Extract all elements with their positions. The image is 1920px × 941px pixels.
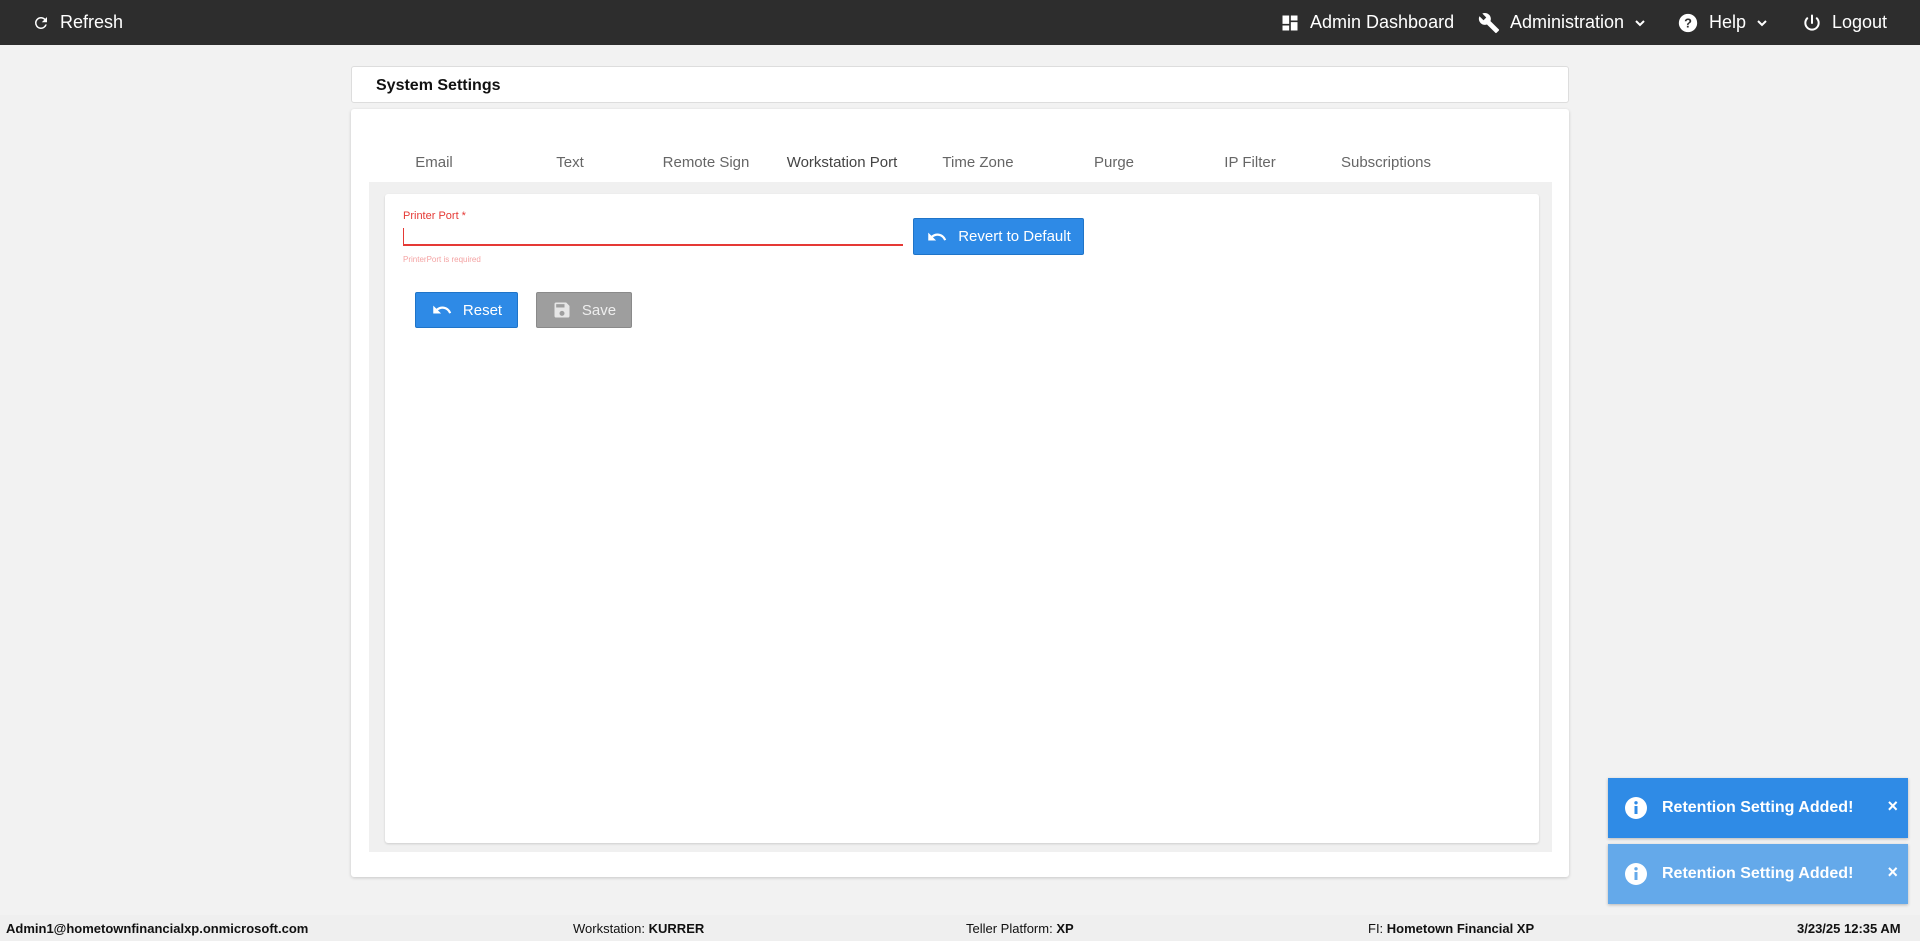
info-icon (1625, 863, 1647, 885)
status-user: Admin1@hometownfinancialxp.onmicrosoft.c… (6, 921, 309, 936)
status-bar: Admin1@hometownfinancialxp.onmicrosoft.c… (0, 915, 1920, 941)
status-fi: FI: Hometown Financial XP (1368, 921, 1534, 936)
info-icon (1625, 797, 1647, 819)
fi-value: Hometown Financial XP (1386, 921, 1535, 936)
help-label: Help (1709, 12, 1747, 32)
reset-button[interactable]: Reset (415, 292, 518, 328)
undo-icon (928, 232, 947, 240)
revert-label: Revert to Default (958, 228, 1071, 245)
floppy-disk-icon (554, 302, 570, 318)
save-label: Save (581, 301, 617, 319)
status-datetime: 3/23/25 12:35 AM (1797, 921, 1901, 936)
status-teller-platform: Teller Platform: XP (966, 921, 1074, 936)
chevron-down-icon (1635, 19, 1645, 26)
svg-text:?: ? (1684, 15, 1692, 30)
admin-dashboard-link[interactable]: Admin Dashboard (1280, 0, 1454, 45)
toast-notification: Retention Setting Added! × (1608, 844, 1908, 904)
teller-platform-label: Teller Platform: (966, 921, 1053, 936)
teller-platform-value: XP (1056, 921, 1074, 936)
text-caret (403, 228, 404, 244)
wrench-icon (1478, 12, 1500, 33)
top-nav-bar: Refresh Admin Dashboard Administration ?… (0, 0, 1920, 45)
printer-port-label: Printer Port * (403, 210, 466, 222)
help-menu[interactable]: ? Help (1677, 0, 1768, 45)
workstation-label: Workstation: (573, 921, 646, 936)
administration-label: Administration (1510, 12, 1625, 32)
help-icon: ? (1678, 13, 1698, 32)
refresh-button[interactable]: Refresh (32, 0, 123, 45)
toast-message: Retention Setting Added! (1662, 865, 1854, 882)
toast-notification: Retention Setting Added! × (1608, 778, 1908, 838)
workstation-value: KURRER (648, 921, 705, 936)
logout-label: Logout (1832, 12, 1888, 32)
printer-port-input[interactable] (403, 226, 903, 246)
refresh-icon (34, 16, 47, 29)
page-header-card: System Settings (351, 66, 1569, 103)
dashboard-icon (1282, 15, 1298, 30)
revert-to-default-button[interactable]: Revert to Default (913, 218, 1084, 255)
administration-menu[interactable]: Administration (1478, 0, 1646, 45)
power-icon (1804, 14, 1820, 31)
close-icon[interactable]: × (1887, 796, 1898, 816)
refresh-label: Refresh (60, 12, 124, 32)
close-icon[interactable]: × (1887, 862, 1898, 882)
workstation-port-form: Printer Port * PrinterPort is required R… (385, 194, 1539, 843)
toast-message: Retention Setting Added! (1662, 799, 1854, 816)
admin-dashboard-label: Admin Dashboard (1310, 12, 1455, 32)
page-title: System Settings (376, 77, 501, 94)
printer-port-error: PrinterPort is required (403, 255, 481, 264)
tab-content-area: Printer Port * PrinterPort is required R… (369, 182, 1552, 852)
status-workstation: Workstation: KURRER (573, 921, 704, 936)
reset-label: Reset (462, 301, 503, 319)
save-button[interactable]: Save (536, 292, 632, 328)
chevron-down-icon (1757, 19, 1767, 26)
logout-button[interactable]: Logout (1802, 0, 1887, 45)
undo-icon (433, 305, 452, 314)
settings-card: Email Text Remote Sign Workstation Port … (351, 109, 1569, 877)
fi-label: FI: (1368, 921, 1384, 936)
